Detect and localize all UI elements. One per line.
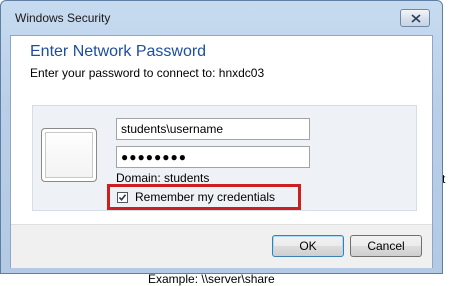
title-bar[interactable]: Windows Security xyxy=(1,1,442,35)
credential-panel: students\username ●●●●●●●● Domain: stude… xyxy=(32,105,417,211)
button-bar: OK Cancel xyxy=(11,224,432,268)
remember-credentials-label[interactable]: Remember my credentials xyxy=(135,190,275,204)
dialog-heading: Enter Network Password xyxy=(30,43,207,60)
ok-button[interactable]: OK xyxy=(272,235,344,257)
cancel-button[interactable]: Cancel xyxy=(350,235,422,257)
remember-credentials-highlight: Remember my credentials xyxy=(107,184,301,210)
background-example-text: Example: \\server\share xyxy=(148,272,275,286)
checkmark-icon xyxy=(118,194,127,202)
dialog-subtitle: Enter your password to connect to: hnxdc… xyxy=(30,66,265,80)
windows-security-dialog: Windows Security Enter Network Password … xyxy=(0,0,443,274)
window-title: Windows Security xyxy=(15,11,111,25)
remember-credentials-checkbox[interactable] xyxy=(117,192,128,203)
password-field[interactable]: ●●●●●●●● xyxy=(116,146,310,168)
close-button[interactable] xyxy=(400,9,430,27)
username-field[interactable]: students\username xyxy=(116,118,310,140)
dialog-content: Enter Network Password Enter your passwo… xyxy=(10,35,433,268)
user-tile-icon xyxy=(41,128,97,182)
domain-label: Domain: students xyxy=(116,171,210,185)
close-icon xyxy=(411,14,421,23)
